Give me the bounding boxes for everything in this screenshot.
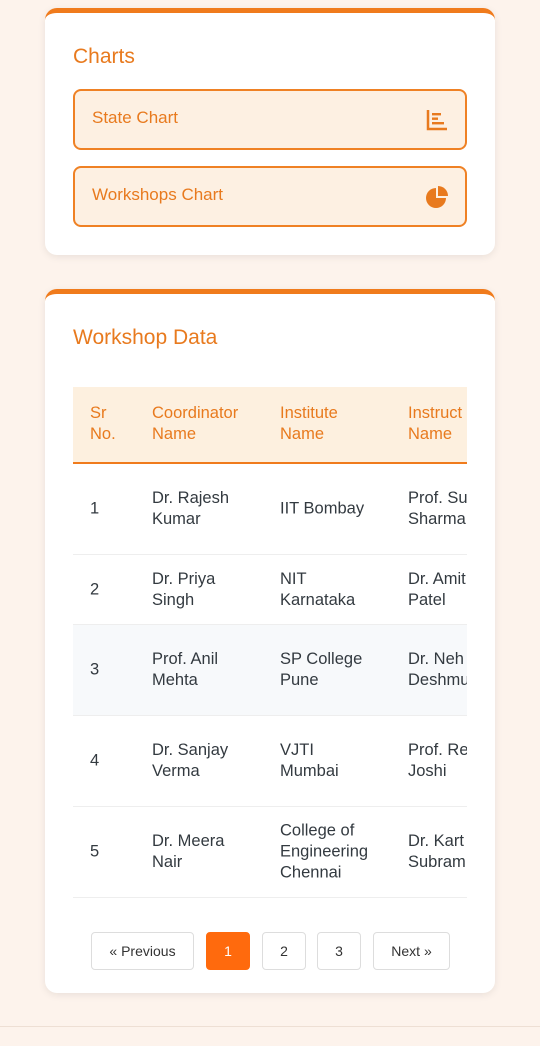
cell-institute: NIT Karnataka [280,569,356,609]
table-row: 1 Dr. Rajesh Kumar IIT Bombay Prof. Su Sha… [73,464,467,555]
header-institute-name: Institute Name [280,404,338,443]
header-sr-no: Sr No. [90,404,116,443]
bar-chart-icon [426,110,447,131]
page-1-button[interactable]: 1 [206,932,250,970]
cell-sr: 2 [90,580,100,598]
cell-instructor: Dr. Kart Subram [408,832,466,871]
cell-institute: SP College Pune [280,650,363,689]
cell-instructor: Prof. Su Sharma [408,489,467,528]
workshops-chart-label: Workshops Chart [92,185,224,204]
table-row: 3 Prof. Anil Mehta SP College Pune Dr. Neh… [73,625,467,716]
cell-institute: IIT Bombay [280,499,365,518]
cell-coordinator: Dr. Rajesh Kumar [152,489,230,528]
pie-chart-icon [426,186,448,208]
table-row: 4 Dr. Sanjay Verma VJTI Mumbai Prof. Re Jos… [73,716,467,807]
table-row: 5 Dr. Meera Nair College of Engineering Che… [73,807,467,898]
workshop-table: Sr No. Coordinator Name Institute Name Inst… [73,387,467,904]
cell-institute: College of Engineering Chennai [280,821,369,882]
table-row: 2 Dr. Priya Singh NIT Karnataka Dr. Amit Pa… [73,555,467,625]
cell-sr: 1 [90,499,100,518]
cell-coordinator: Prof. Anil Mehta [152,650,219,689]
cell-coordinator: Dr. Priya Singh [152,569,216,609]
cell-institute: VJTI Mumbai [280,741,339,780]
pagination: « Previous 1 2 3 Next » [45,932,495,970]
workshop-data-card: Workshop Data Sr No. Coordinator Name Inst… [45,289,495,993]
state-chart-button[interactable]: State Chart [73,89,467,150]
workshops-chart-button[interactable]: Workshops Chart [73,166,467,227]
cell-instructor: Dr. Amit Patel [408,569,466,609]
cell-coordinator: Dr. Sanjay Verma [152,741,229,780]
page-2-button[interactable]: 2 [262,932,306,970]
divider [0,1026,540,1027]
state-chart-label: State Chart [92,108,178,127]
charts-card: Charts State Chart Workshops Chart [45,8,495,255]
header-coordinator-name: Coordinator Name [152,404,239,443]
cell-sr: 5 [90,842,100,861]
charts-title: Charts [73,45,135,68]
table-header: Sr No. Coordinator Name Institute Name Inst… [73,387,467,464]
cell-sr: 3 [90,660,100,679]
cell-coordinator: Dr. Meera Nair [152,832,225,871]
workshop-data-title: Workshop Data [73,326,218,349]
cell-instructor: Dr. Neh Deshmu [408,650,467,689]
previous-page-button[interactable]: « Previous [91,932,194,970]
cell-sr: 4 [90,751,100,770]
cell-instructor: Prof. Re Joshi [408,741,467,780]
next-page-button[interactable]: Next » [373,932,450,970]
page-3-button[interactable]: 3 [317,932,361,970]
header-instructor-name: Instruct Name [408,404,463,443]
